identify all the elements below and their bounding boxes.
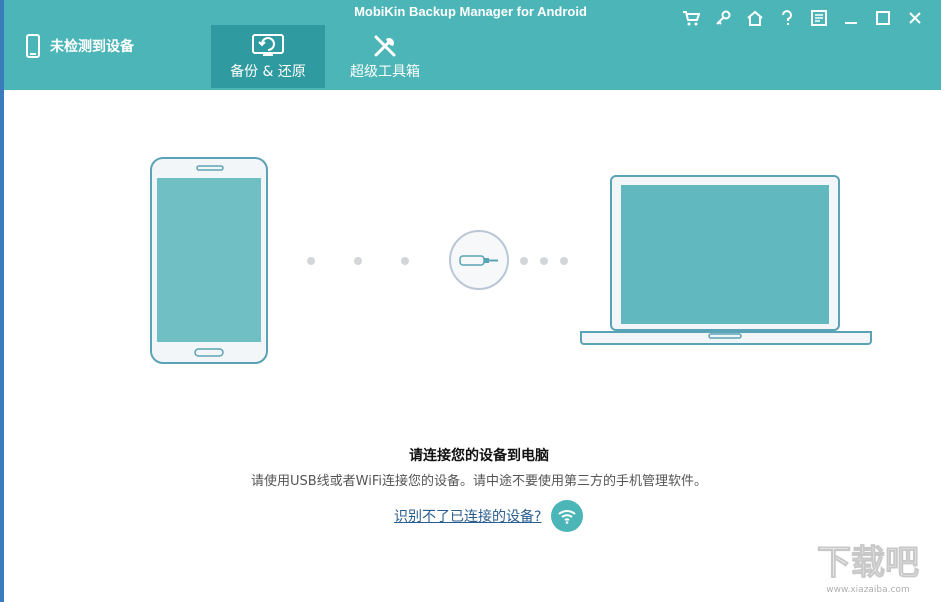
device-status-label: 未检测到设备 xyxy=(50,39,134,55)
device-status: 未检测到设备 xyxy=(26,34,134,58)
wifi-connect-button[interactable] xyxy=(551,500,584,532)
tab-backup-restore-label: 备份 & 还原 xyxy=(230,64,306,80)
connection-illustration xyxy=(150,157,872,364)
phone-icon xyxy=(26,34,40,58)
wifi-icon xyxy=(558,510,577,524)
laptop-illustration xyxy=(580,175,872,345)
tab-super-toolbox[interactable]: 超级工具箱 xyxy=(328,25,442,88)
app-window: 未检测到设备 备份 & 还原 超级工具箱 MobiKin Backup Mana… xyxy=(0,0,941,602)
watermark-text: 下载吧 xyxy=(817,543,919,583)
watermark-url: www.xiazaiba.com xyxy=(826,585,910,595)
tools-icon xyxy=(374,35,396,57)
device-not-recognized-link[interactable]: 识别不了已连接的设备? xyxy=(394,506,541,526)
phone-illustration xyxy=(150,157,268,364)
watermark-logo: 下载吧 www.xiazaiba.com xyxy=(817,543,920,596)
help-row: 识别不了已连接的设备? xyxy=(394,500,584,532)
connect-hint: 请使用USB线或者WiFi连接您的设备。请中途不要使用第三方的手机管理软件。 xyxy=(250,474,707,489)
usb-connector-icon xyxy=(449,230,509,290)
connect-title: 请连接您的设备到电脑 xyxy=(409,448,549,464)
tab-backup-restore[interactable]: 备份 & 还原 xyxy=(211,25,325,88)
window-title: MobiKin Backup Manager for Android xyxy=(354,4,587,19)
tab-super-toolbox-label: 超级工具箱 xyxy=(350,64,420,80)
main-content: 请连接您的设备到电脑 请使用USB线或者WiFi连接您的设备。请中途不要使用第三… xyxy=(4,90,941,602)
backup-restore-icon xyxy=(252,34,284,56)
